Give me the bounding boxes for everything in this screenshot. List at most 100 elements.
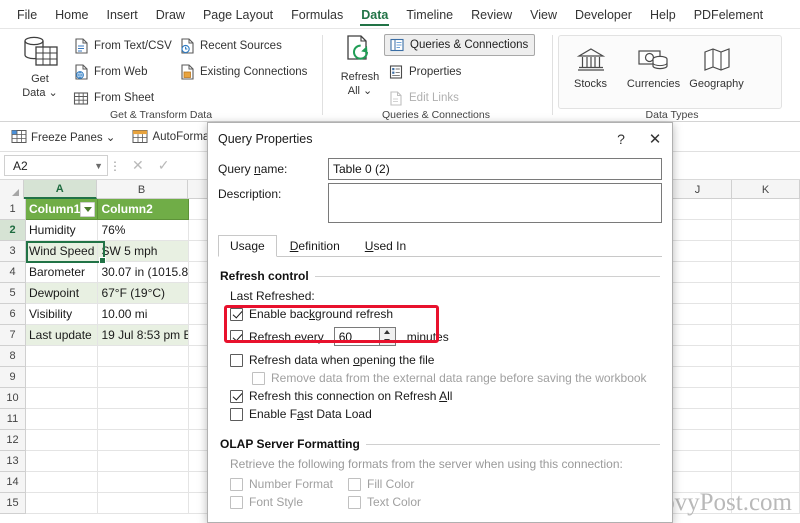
ribbon-tab-view[interactable]: View	[521, 4, 566, 25]
row-header-1[interactable]: 1	[0, 199, 25, 220]
from-sheet-button[interactable]: From Sheet	[72, 87, 154, 109]
enable-background-refresh-row[interactable]: Enable background refresh	[230, 307, 660, 321]
tab-usage[interactable]: Usage	[218, 235, 277, 257]
row-header-14[interactable]: 14	[0, 472, 25, 493]
cell-k14[interactable]	[732, 472, 800, 493]
cell-a1[interactable]: Column1	[26, 199, 99, 220]
cell-k11[interactable]	[732, 409, 800, 430]
column-header-k[interactable]: K	[732, 180, 800, 199]
close-icon[interactable]: ✕	[638, 125, 672, 153]
cell-j6[interactable]	[664, 304, 733, 325]
ribbon-tab-page-layout[interactable]: Page Layout	[194, 4, 282, 25]
column-header-b[interactable]: B	[97, 180, 188, 199]
freeze-panes-button[interactable]: Freeze Panes ⌄	[10, 129, 115, 145]
enable-background-refresh-checkbox[interactable]	[230, 307, 243, 321]
cell-b7[interactable]: 19 Jul 8:53 pm E	[98, 325, 190, 346]
ribbon-tab-insert[interactable]: Insert	[98, 4, 147, 25]
filter-dropdown-icon[interactable]	[80, 202, 96, 217]
cell-b10[interactable]	[98, 388, 190, 409]
confirm-icon[interactable]: ✓	[158, 157, 170, 174]
refresh-on-refresh-all-row[interactable]: Refresh this connection on Refresh All	[230, 389, 660, 403]
cell-k6[interactable]	[732, 304, 800, 325]
row-header-9[interactable]: 9	[0, 367, 25, 388]
cell-j10[interactable]	[664, 388, 733, 409]
cell-b11[interactable]	[98, 409, 190, 430]
formula-bar-more-icon[interactable]: ⋮	[108, 159, 122, 173]
cell-b3[interactable]: SW 5 mph	[98, 241, 190, 262]
cell-k13[interactable]	[732, 451, 800, 472]
cell-k7[interactable]	[732, 325, 800, 346]
existing-connections-button[interactable]: Existing Connections	[178, 61, 307, 83]
cell-b4[interactable]: 30.07 in (1015.8	[98, 262, 190, 283]
cell-j15[interactable]	[664, 493, 733, 514]
cell-j9[interactable]	[664, 367, 733, 388]
column-header-j[interactable]: J	[664, 180, 732, 199]
properties-button[interactable]: Properties	[387, 61, 461, 83]
ribbon-tab-home[interactable]: Home	[46, 4, 97, 25]
cell-j14[interactable]	[664, 472, 733, 493]
ribbon-tab-help[interactable]: Help	[641, 4, 685, 25]
cell-a10[interactable]	[26, 388, 99, 409]
cell-b9[interactable]	[98, 367, 190, 388]
cell-a2[interactable]: Humidity	[26, 220, 99, 241]
cell-b8[interactable]	[98, 346, 190, 367]
cell-k1[interactable]	[732, 199, 800, 220]
row-header-13[interactable]: 13	[0, 451, 25, 472]
cell-a6[interactable]: Visibility	[26, 304, 99, 325]
cell-a7[interactable]: Last update	[26, 325, 99, 346]
cell-k3[interactable]	[732, 241, 800, 262]
cell-j13[interactable]	[664, 451, 733, 472]
get-data-button[interactable]: Get Data ⌄	[12, 33, 68, 99]
description-input[interactable]	[328, 183, 662, 223]
cell-b1[interactable]: Column2	[98, 199, 190, 220]
row-header-10[interactable]: 10	[0, 388, 25, 409]
help-icon[interactable]: ?	[604, 125, 638, 153]
cell-k2[interactable]	[732, 220, 800, 241]
ribbon-tab-formulas[interactable]: Formulas	[282, 4, 352, 25]
stocks-button[interactable]: Stocks	[559, 36, 622, 108]
cell-a11[interactable]	[26, 409, 99, 430]
ribbon-tab-draw[interactable]: Draw	[147, 4, 194, 25]
cell-a13[interactable]	[26, 451, 99, 472]
cell-a9[interactable]	[26, 367, 99, 388]
cell-a8[interactable]	[26, 346, 99, 367]
spinner-up-icon[interactable]	[380, 328, 395, 337]
cell-k9[interactable]	[732, 367, 800, 388]
cell-b14[interactable]	[98, 472, 190, 493]
autoformat-button[interactable]: AutoFormat	[131, 129, 213, 145]
fast-data-load-checkbox[interactable]	[230, 407, 243, 421]
cell-j12[interactable]	[664, 430, 733, 451]
from-text-csv-button[interactable]: From Text/CSV	[72, 35, 172, 57]
refresh-on-refresh-all-checkbox[interactable]	[230, 389, 243, 403]
cell-j2[interactable]	[664, 220, 733, 241]
refresh-all-button[interactable]: Refresh All ⌄	[332, 33, 388, 97]
cell-b15[interactable]	[98, 493, 190, 514]
name-box[interactable]: A2 ▼	[4, 155, 108, 176]
cell-j1[interactable]	[664, 199, 733, 220]
cell-b5[interactable]: 67°F (19°C)	[98, 283, 190, 304]
row-header-6[interactable]: 6	[0, 304, 25, 325]
row-header-5[interactable]: 5	[0, 283, 25, 304]
ribbon-tab-pdfelement[interactable]: PDFelement	[685, 4, 772, 25]
currencies-button[interactable]: Currencies	[622, 36, 685, 108]
tab-definition[interactable]: Definition	[278, 235, 352, 256]
cell-k8[interactable]	[732, 346, 800, 367]
cell-a12[interactable]	[26, 430, 99, 451]
cell-a15[interactable]	[26, 493, 99, 514]
row-header-3[interactable]: 3	[0, 241, 25, 262]
refresh-interval-input[interactable]: 60	[333, 327, 380, 346]
chevron-down-icon[interactable]: ▼	[94, 161, 103, 171]
cell-j7[interactable]	[664, 325, 733, 346]
refresh-interval-spinner[interactable]	[379, 327, 396, 346]
cell-b12[interactable]	[98, 430, 190, 451]
select-all-corner[interactable]	[0, 180, 24, 199]
ribbon-tab-developer[interactable]: Developer	[566, 4, 641, 25]
refresh-interval-stepper[interactable]: 60	[333, 327, 396, 346]
spinner-down-icon[interactable]	[380, 337, 395, 346]
recent-sources-button[interactable]: Recent Sources	[178, 35, 282, 57]
cell-j4[interactable]	[664, 262, 733, 283]
cell-k5[interactable]	[732, 283, 800, 304]
cell-k4[interactable]	[732, 262, 800, 283]
refresh-on-open-checkbox[interactable]	[230, 353, 243, 367]
cell-k10[interactable]	[732, 388, 800, 409]
